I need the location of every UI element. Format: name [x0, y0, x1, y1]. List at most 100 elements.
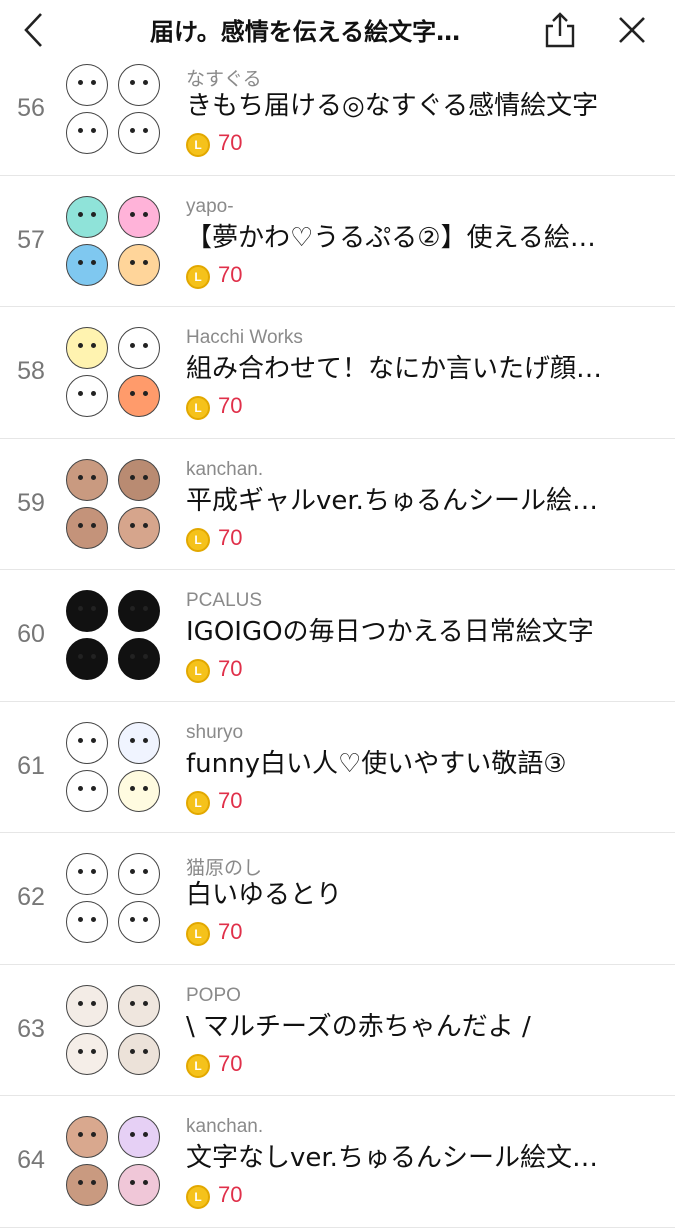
author-name: なすぐる	[186, 69, 262, 90]
price: 70	[218, 656, 243, 681]
emoji-preview-icon	[118, 506, 160, 549]
list-item[interactable]: 61 shuryo funny白い人♡使いやすい敬語③ L 70	[0, 702, 675, 833]
emoji-preview-icon	[118, 112, 160, 154]
emoji-set-title: funny白い人♡使いやすい敬語③	[186, 748, 567, 779]
emoji-preview-icon	[66, 64, 108, 106]
emoji-preview-icon	[118, 243, 160, 286]
author-name: Hacchi Works	[186, 327, 303, 348]
close-button[interactable]	[608, 8, 656, 52]
emoji-thumbnail	[66, 853, 162, 945]
emoji-thumbnail	[66, 590, 162, 682]
list-item[interactable]: 63 POPO \ マルチーズの赤ちゃんだよ / L 70	[0, 965, 675, 1096]
emoji-preview-icon	[66, 769, 108, 812]
emoji-thumbnail	[66, 721, 162, 814]
emoji-set-title: きもち届ける◎なすぐる感情絵文字	[186, 91, 599, 121]
page-title: 届け。感情を伝える絵文字…	[150, 18, 461, 46]
emoji-preview-icon	[66, 984, 108, 1027]
back-chevron-icon	[24, 13, 42, 47]
emoji-preview-icon	[66, 853, 108, 895]
list-item[interactable]: 57 yapo- 【夢かわ♡うるぷる②】使える絵… L 70	[0, 176, 675, 307]
emoji-thumbnail	[66, 1116, 162, 1208]
list-item[interactable]: 60 PCALUS IGOIGOの毎日つかえる日常絵文字 L 70	[0, 570, 675, 702]
back-button[interactable]	[10, 8, 58, 52]
rank-number: 59	[17, 488, 45, 517]
author-name: kanchan.	[186, 458, 264, 480]
list-item[interactable]: 59 kanchan. 平成ギャルver.ちゅるんシール絵… L 70	[0, 439, 675, 570]
share-button[interactable]	[536, 8, 584, 52]
rank-number: 58	[17, 357, 45, 385]
coin-icon: L	[186, 790, 210, 815]
emoji-preview-icon	[66, 112, 108, 154]
rank-number: 64	[17, 1146, 45, 1174]
emoji-preview-icon	[66, 590, 108, 632]
emoji-thumbnail	[66, 984, 162, 1077]
emoji-preview-icon	[118, 375, 160, 417]
author-name: yapo-	[186, 195, 234, 217]
author-name: kanchan.	[186, 1116, 264, 1137]
rank-number: 62	[17, 883, 45, 911]
emoji-preview-icon	[118, 853, 160, 895]
emoji-preview-icon	[118, 1032, 160, 1075]
coin-icon: L	[186, 659, 210, 683]
emoji-thumbnail	[66, 458, 162, 551]
rank-number: 61	[17, 751, 45, 780]
author-name: POPO	[186, 984, 241, 1006]
emoji-preview-icon	[118, 721, 160, 764]
rank-number: 63	[17, 1014, 45, 1043]
coin-icon: L	[186, 264, 210, 289]
emoji-set-title: 【夢かわ♡うるぷる②】使える絵…	[186, 222, 596, 253]
emoji-preview-icon	[66, 375, 108, 417]
emoji-preview-icon	[66, 901, 108, 943]
emoji-thumbnail	[66, 327, 162, 419]
rank-number: 56	[17, 94, 45, 122]
emoji-set-title: IGOIGOの毎日つかえる日常絵文字	[186, 617, 594, 647]
coin-icon: L	[186, 396, 210, 420]
close-icon	[619, 17, 645, 43]
author-name: 猫原のし	[186, 858, 263, 879]
emoji-preview-icon	[118, 769, 160, 812]
emoji-set-title: \ マルチーズの赤ちゃんだよ /	[186, 1011, 531, 1042]
emoji-set-title: 文字なしver.ちゅるんシール絵文…	[186, 1143, 598, 1173]
emoji-set-title: 白いゆるとり	[186, 880, 343, 910]
emoji-set-title: 平成ギャルver.ちゅるんシール絵…	[186, 485, 598, 516]
price: 70	[218, 1050, 243, 1076]
price: 70	[218, 1182, 243, 1207]
emoji-preview-icon	[118, 984, 160, 1027]
emoji-preview-icon	[118, 1116, 160, 1158]
list-item[interactable]: 64 kanchan. 文字なしver.ちゅるんシール絵文… L 70	[0, 1096, 675, 1228]
emoji-preview-icon	[118, 64, 160, 106]
emoji-preview-icon	[118, 901, 160, 943]
coin-icon: L	[186, 922, 210, 946]
emoji-preview-icon	[66, 1116, 108, 1158]
emoji-preview-icon	[66, 327, 108, 369]
list-item[interactable]: 62 猫原のし 白いゆるとり L 70	[0, 833, 675, 965]
emoji-preview-icon	[66, 195, 108, 238]
top-bar: 届け。感情を伝える絵文字…	[0, 0, 675, 64]
emoji-set-title: 組み合わせて！なにか言いたげ顔…	[186, 354, 603, 384]
price: 70	[218, 919, 243, 944]
rank-number: 57	[17, 225, 45, 254]
emoji-preview-icon	[118, 195, 160, 238]
emoji-ranking-list: 56 なすぐる きもち届ける◎なすぐる感情絵文字 L 70 57 yapo- 【…	[0, 44, 675, 1228]
list-item[interactable]: 58 Hacchi Works 組み合わせて！なにか言いたげ顔… L 70	[0, 307, 675, 439]
share-icon	[545, 12, 575, 48]
author-name: shuryo	[186, 721, 244, 743]
emoji-preview-icon	[66, 638, 108, 680]
coin-icon: L	[186, 1185, 210, 1209]
emoji-preview-icon	[66, 1032, 108, 1075]
emoji-preview-icon	[118, 638, 160, 680]
rank-number: 60	[17, 620, 45, 648]
author-name: PCALUS	[186, 590, 263, 611]
emoji-preview-icon	[118, 590, 160, 632]
emoji-preview-icon	[118, 327, 160, 369]
emoji-thumbnail	[66, 64, 162, 156]
price: 70	[218, 261, 243, 287]
emoji-preview-icon	[118, 458, 160, 501]
price: 70	[218, 130, 243, 155]
price: 70	[218, 524, 243, 550]
emoji-preview-icon	[66, 243, 108, 286]
emoji-preview-icon	[66, 721, 108, 764]
coin-icon: L	[186, 527, 210, 552]
price: 70	[218, 393, 243, 418]
emoji-preview-icon	[66, 506, 108, 549]
